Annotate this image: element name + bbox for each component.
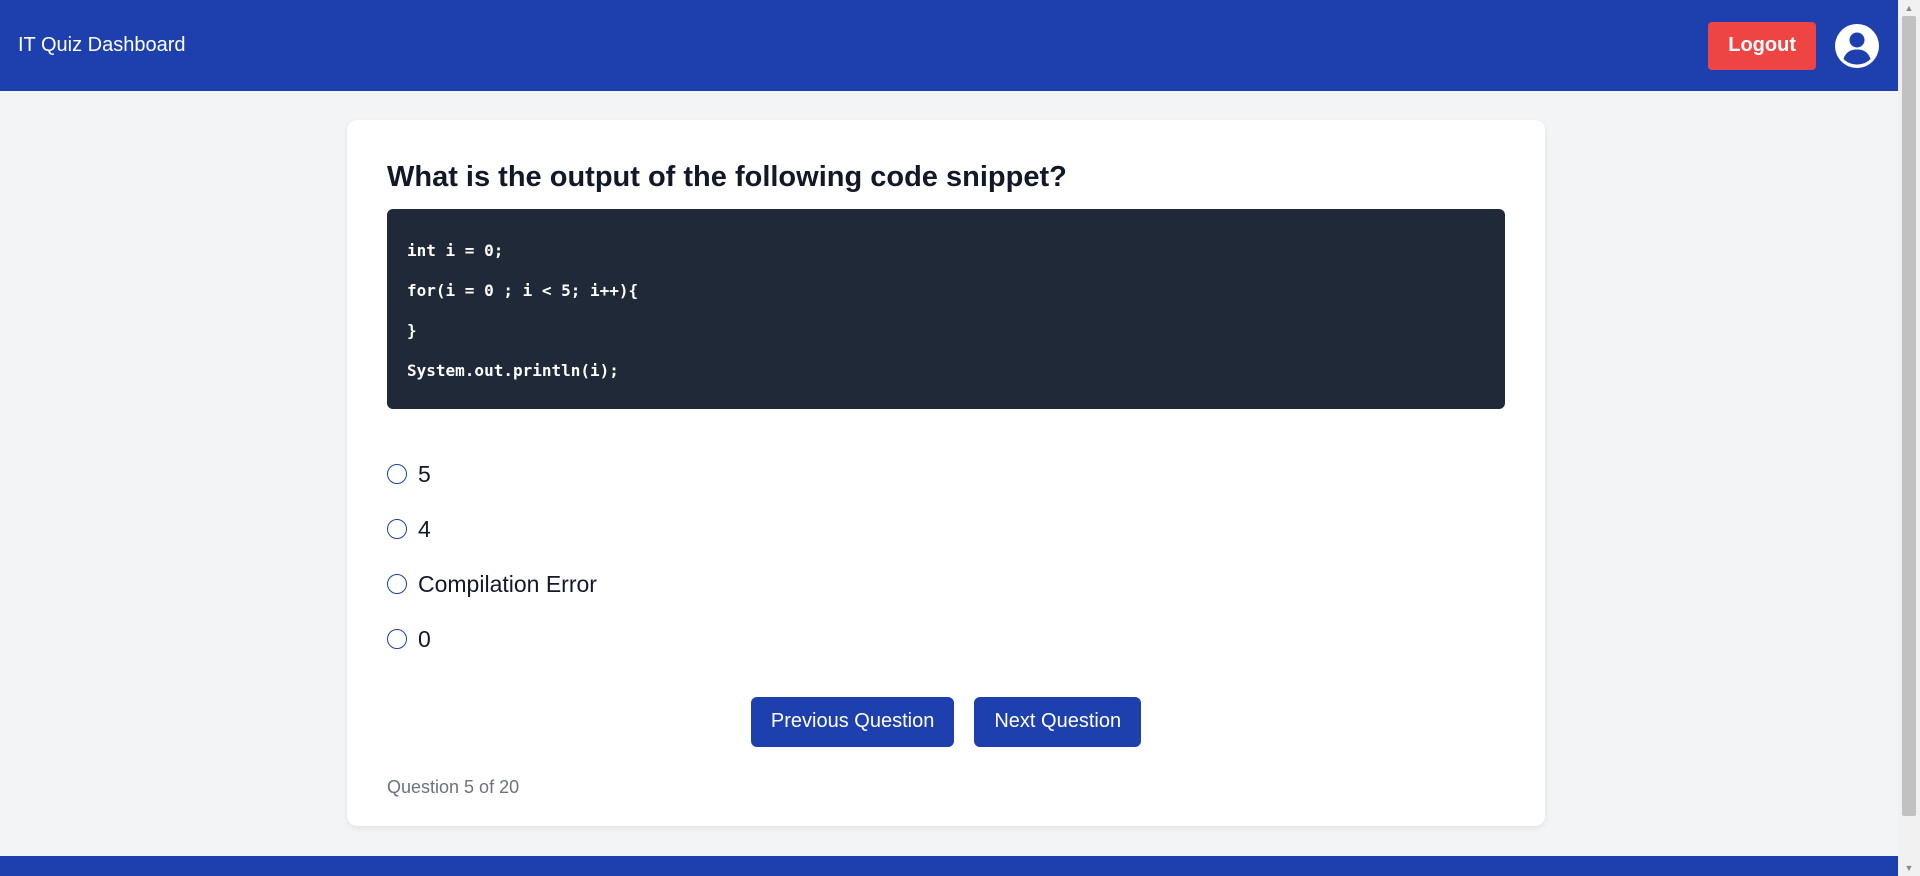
option-label: 4: [418, 515, 431, 542]
page: IT Quiz Dashboard Logout What is the out…: [0, 0, 1920, 876]
code-snippet: int i = 0; for(i = 0 ; i < 5; i++){ } Sy…: [387, 208, 1505, 409]
scrollbar-thumb[interactable]: [1902, 16, 1916, 816]
scroll-down-arrow-icon[interactable]: ▼: [1898, 860, 1920, 876]
radio-button[interactable]: [387, 464, 407, 485]
vertical-scrollbar[interactable]: ▲ ▼: [1898, 0, 1920, 876]
answer-option-4[interactable]: 0: [387, 612, 1505, 667]
scroll-up-arrow-icon[interactable]: ▲: [1898, 0, 1920, 16]
next-question-button[interactable]: Next Question: [974, 696, 1142, 747]
radio-button[interactable]: [387, 519, 407, 540]
answer-options: 5 4 Compilation Error 0: [387, 447, 1505, 667]
option-label: 5: [418, 460, 431, 487]
question-progress: Question 5 of 20: [387, 776, 520, 797]
answer-option-2[interactable]: 4: [387, 502, 1505, 557]
user-avatar-button[interactable]: [1834, 23, 1880, 69]
option-label: Compilation Error: [418, 570, 597, 597]
option-label: 0: [418, 625, 431, 652]
answer-option-1[interactable]: 5: [387, 447, 1505, 502]
question-navigation: Previous Question Next Question: [387, 696, 1505, 747]
app-title: IT Quiz Dashboard: [18, 34, 186, 56]
answer-option-3[interactable]: Compilation Error: [387, 557, 1505, 612]
user-circle-icon: [1835, 23, 1879, 68]
code-line: System.out.println(i);: [407, 360, 619, 380]
previous-question-button[interactable]: Previous Question: [750, 696, 955, 747]
question-text: What is the output of the following code…: [387, 161, 1067, 193]
code-line: for(i = 0 ; i < 5; i++){: [407, 280, 639, 300]
code-line: int i = 0;: [407, 240, 504, 260]
code-line: }: [407, 320, 417, 340]
navbar-actions: Logout: [1708, 21, 1880, 70]
quiz-card: What is the output of the following code…: [347, 120, 1545, 826]
radio-button[interactable]: [387, 629, 407, 650]
footer-bar: [0, 856, 1898, 876]
radio-button[interactable]: [387, 574, 407, 595]
logout-button[interactable]: Logout: [1708, 21, 1816, 70]
top-navbar: IT Quiz Dashboard Logout: [0, 0, 1898, 91]
